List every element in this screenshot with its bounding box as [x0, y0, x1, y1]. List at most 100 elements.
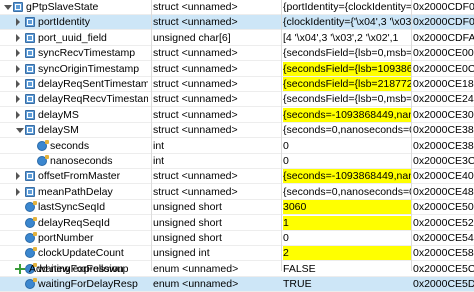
table-row[interactable]: gPtpSlaveState struct <unnamed> {portIdent…: [0, 0, 474, 15]
name-cell[interactable]: delayMS: [0, 108, 148, 122]
expression-name: gPtpSlaveState: [26, 1, 99, 13]
name-cell[interactable]: delayReqSentTimestamp: [0, 77, 148, 91]
value-cell[interactable]: 3060: [283, 200, 411, 215]
name-cell[interactable]: nanoseconds: [0, 154, 148, 168]
struct-icon: [25, 186, 35, 197]
type-cell: int: [153, 155, 165, 167]
table-row[interactable]: delaySM struct <unnamed> {seconds=0,nanose…: [0, 123, 474, 139]
name-cell[interactable]: gPtpSlaveState: [0, 0, 148, 14]
name-cell[interactable]: port_uuid_field: [0, 31, 148, 45]
struct-icon: [25, 63, 35, 74]
name-cell[interactable]: seconds: [0, 139, 148, 153]
type-cell: unsigned int: [153, 247, 210, 260]
table-row[interactable]: syncRecvTimestamp struct <unnamed> {second…: [0, 46, 474, 62]
name-cell[interactable]: delayReqRecvTimestamp: [0, 92, 148, 106]
name-cell[interactable]: waitingForDelayResp: [0, 277, 148, 291]
struct-icon: [25, 48, 35, 59]
value-cell[interactable]: 2: [283, 246, 411, 261]
address-cell: 0x2000CE38: [413, 139, 474, 152]
table-row[interactable]: port_uuid_field unsigned char[6] [4 '\x04'…: [0, 31, 474, 46]
chevron-right-icon[interactable]: [16, 33, 20, 42]
name-cell[interactable]: delaySM: [0, 123, 148, 137]
value-cell[interactable]: {clockIdentity={'\x04',3 '\x03: [283, 15, 411, 29]
struct-icon: [25, 79, 35, 89]
table-row[interactable]: delayReqSentTimestamp struct <unnamed> {se…: [0, 77, 474, 92]
column-divider[interactable]: [151, 0, 152, 271]
value-cell[interactable]: {secondsField={lsb=1093868: [283, 61, 411, 76]
expression-name: delayReqSeqId: [38, 216, 110, 229]
chevron-right-icon[interactable]: [16, 64, 20, 73]
table-row[interactable]: offsetFromMaster struct <unnamed> {seconds…: [0, 169, 474, 185]
type-cell: struct <unnamed>: [153, 47, 238, 60]
name-cell[interactable]: portNumber: [0, 231, 148, 245]
type-cell: struct <unnamed>: [153, 62, 238, 75]
name-cell[interactable]: lastSyncSeqId: [0, 200, 148, 214]
table-row[interactable]: waitingForDelayResp enum <unnamed> TRUE 0x2…: [0, 277, 474, 292]
table-row[interactable]: nanoseconds int 0 0x2000CE3C: [0, 154, 474, 169]
name-cell[interactable]: syncRecvTimestamp: [0, 46, 148, 60]
value-cell[interactable]: {secondsField={lsb=21877251: [283, 77, 411, 91]
table-row[interactable]: delayReqSeqId unsigned short 1 0x2000CE52: [0, 215, 474, 231]
address-cell: 0x2000CE58: [413, 247, 474, 260]
chevron-right-icon[interactable]: [16, 110, 20, 119]
expression-name: delayReqRecvTimestamp: [38, 93, 148, 106]
address-cell: 0x2000CE30: [413, 108, 474, 121]
name-cell[interactable]: offsetFromMaster: [0, 169, 148, 183]
add-expression-row[interactable]: Add new expression: [0, 262, 474, 276]
address-cell: 0x2000CE00: [413, 47, 474, 60]
table-row[interactable]: lastSyncSeqId unsigned short 3060 0x2000CE5…: [0, 200, 474, 216]
field-icon: [25, 232, 37, 243]
table-row[interactable]: seconds int 0 0x2000CE38: [0, 139, 474, 154]
value-cell[interactable]: 1: [283, 215, 411, 230]
value-cell[interactable]: 0: [283, 154, 411, 168]
name-cell[interactable]: syncOriginTimestamp: [0, 62, 148, 76]
value-cell[interactable]: 0: [283, 139, 411, 153]
chevron-right-icon[interactable]: [16, 187, 20, 196]
expression-name: delayMS: [38, 108, 79, 121]
value-cell[interactable]: {secondsField={lsb=0,msb=0},: [283, 46, 411, 60]
value-cell[interactable]: 0: [283, 231, 411, 245]
chevron-down-icon[interactable]: [4, 5, 12, 10]
table-row[interactable]: delayReqRecvTimestamp struct <unnamed> {se…: [0, 92, 474, 108]
chevron-down-icon[interactable]: [16, 128, 24, 134]
address-cell: 0x2000CE18: [413, 78, 474, 90]
table-row[interactable]: portIdentity struct <unnamed> {clockIdenti…: [0, 15, 474, 31]
table-row[interactable]: syncOriginTimestamp struct <unnamed> {seco…: [0, 61, 474, 77]
type-cell: struct <unnamed>: [153, 78, 238, 90]
column-divider[interactable]: [411, 0, 412, 271]
name-cell[interactable]: portIdentity: [0, 15, 148, 29]
value-cell[interactable]: TRUE: [283, 277, 411, 291]
table-row[interactable]: delayMS struct <unnamed> {seconds=-1093868…: [0, 107, 474, 123]
plus-icon: [15, 264, 25, 274]
chevron-right-icon[interactable]: [16, 80, 20, 88]
type-cell: struct <unnamed>: [153, 170, 238, 183]
value-cell[interactable]: [4 '\x04',3 '\x03',2 '\x02',1: [283, 31, 411, 45]
field-icon: [25, 247, 37, 259]
table-row[interactable]: meanPathDelay struct <unnamed> {seconds=0,…: [0, 185, 474, 200]
chevron-right-icon[interactable]: [16, 49, 20, 58]
chevron-right-icon[interactable]: [16, 95, 20, 104]
table-row[interactable]: clockUpdateCount unsigned int 2 0x2000CE58: [0, 246, 474, 262]
table-row[interactable]: portNumber unsigned short 0 0x2000CE54: [0, 231, 474, 246]
value-cell[interactable]: {seconds=0,nanoseconds=0}: [283, 185, 411, 199]
expression-name: delaySM: [38, 124, 79, 137]
chevron-right-icon[interactable]: [16, 18, 20, 27]
address-cell: 0x2000CE50: [413, 201, 474, 214]
struct-icon: [25, 32, 35, 43]
struct-icon: [25, 171, 35, 182]
value-cell[interactable]: {seconds=-1093868449,nanos: [283, 107, 411, 122]
expression-name: delayReqSentTimestamp: [38, 78, 148, 90]
name-cell[interactable]: clockUpdateCount: [0, 246, 148, 260]
value-cell[interactable]: {seconds=-1093868449,nanose: [283, 169, 411, 184]
chevron-right-icon[interactable]: [16, 172, 20, 181]
name-cell[interactable]: meanPathDelay: [0, 185, 148, 199]
value-cell[interactable]: {portIdentity={clockIdentity={: [283, 0, 411, 14]
address-cell: 0x2000CE40: [413, 170, 474, 183]
field-icon: [25, 278, 37, 290]
column-divider[interactable]: [281, 0, 282, 271]
expression-name: offsetFromMaster: [38, 170, 121, 183]
type-cell: int: [153, 139, 165, 152]
value-cell[interactable]: {seconds=0,nanoseconds=0}: [283, 123, 411, 137]
name-cell[interactable]: delayReqSeqId: [0, 216, 148, 230]
value-cell[interactable]: {secondsField={lsb=0,msb=0},: [283, 92, 411, 106]
